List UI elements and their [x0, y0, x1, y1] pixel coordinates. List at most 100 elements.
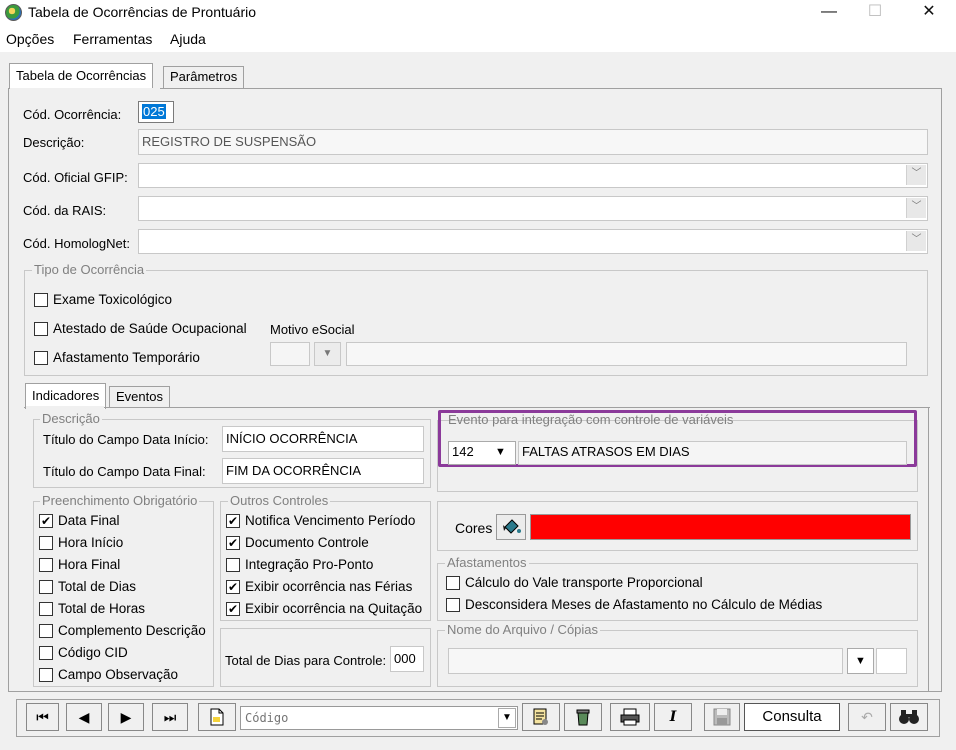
cod-ocorrencia-value: 025	[142, 104, 166, 119]
arquivo-dropdown-icon[interactable]: ▼	[847, 648, 874, 674]
preenchimento-row[interactable]: Total de Horas	[39, 600, 145, 616]
tab-joint	[10, 88, 160, 91]
preenchimento-label: Complemento Descrição	[58, 623, 206, 639]
total-dias-input[interactable]: 000	[390, 646, 424, 672]
preenchimento-row[interactable]: ✔ Data Final	[39, 512, 120, 528]
subtab-right-edge	[928, 407, 929, 691]
preenchimento-row[interactable]: Campo Observação	[39, 666, 178, 682]
new-document-icon[interactable]	[198, 703, 236, 731]
outros-checkbox[interactable]: ✔	[226, 513, 240, 528]
binoculars-icon[interactable]	[890, 703, 928, 731]
afastamento-temporario-checkbox[interactable]	[34, 351, 48, 365]
atestado-checkbox[interactable]	[34, 322, 48, 336]
outros-row[interactable]: ✔ Notifica Vencimento Período	[226, 512, 415, 528]
titulo-final-input[interactable]: FIM DA OCORRÊNCIA	[222, 458, 424, 484]
preenchimento-row[interactable]: Total de Dias	[39, 578, 136, 594]
maximize-button[interactable]: ☐	[852, 0, 898, 24]
menu-ferramentas[interactable]: Ferramentas	[73, 31, 152, 47]
homolognet-dropdown-icon[interactable]: ﹀	[906, 231, 926, 251]
cod-ocorrencia-input[interactable]: 025	[138, 101, 174, 123]
outros-row[interactable]: ✔ Exibir ocorrência nas Férias	[226, 578, 412, 594]
minimize-button[interactable]: —	[806, 0, 852, 24]
tab-parametros[interactable]: Parâmetros	[163, 66, 245, 88]
undo-icon[interactable]: ↶	[848, 703, 886, 731]
evento-code-combo[interactable]: 142 ▼	[448, 441, 516, 465]
menu-opcoes[interactable]: Opções	[6, 31, 54, 47]
total-dias-label: Total de Dias para Controle:	[225, 653, 387, 668]
outros-row[interactable]: ✔ Documento Controle	[226, 534, 369, 550]
motivo-dropdown-icon[interactable]: ▼	[314, 342, 341, 366]
exame-toxicologico-checkbox[interactable]	[34, 293, 48, 307]
preenchimento-checkbox[interactable]	[39, 667, 53, 682]
titulo-inicio-input[interactable]: INÍCIO OCORRÊNCIA	[222, 426, 424, 452]
first-record-icon[interactable]: ⏮	[26, 703, 59, 731]
search-dropdown-icon[interactable]: ▼	[498, 708, 516, 728]
preenchimento-checkbox[interactable]	[39, 645, 53, 660]
preenchimento-label: Hora Início	[58, 535, 124, 551]
gfip-dropdown-icon[interactable]: ﹀	[906, 165, 926, 185]
gfip-label: Cód. Oficial GFIP:	[23, 170, 128, 185]
subtab-joint	[26, 406, 104, 409]
preenchimento-row[interactable]: Hora Início	[39, 534, 123, 550]
arquivo-title: Nome do Arquivo / Cópias	[445, 622, 601, 637]
arquivo-input[interactable]	[448, 648, 843, 674]
last-record-icon[interactable]: ⏭	[152, 703, 188, 731]
rais-label: Cód. da RAIS:	[23, 203, 107, 218]
motivo-esocial-code[interactable]	[270, 342, 310, 366]
paint-bucket-icon[interactable]	[496, 514, 526, 540]
preenchimento-row[interactable]: Hora Final	[39, 556, 120, 572]
cod-ocorrencia-label: Cód. Ocorrência:	[23, 107, 122, 122]
afastamentos-title: Afastamentos	[445, 555, 529, 570]
outros-checkbox[interactable]	[226, 557, 240, 572]
outros-label: Exibir ocorrência na Quitação	[245, 601, 423, 617]
preenchimento-checkbox[interactable]	[39, 623, 53, 638]
preenchimento-title: Preenchimento Obrigatório	[40, 493, 200, 508]
tab-tabela-ocorrencias[interactable]: Tabela de Ocorrências	[9, 63, 154, 91]
search-combo[interactable]: ▼	[240, 706, 518, 730]
save-icon[interactable]	[704, 703, 740, 731]
preenchimento-checkbox[interactable]	[39, 557, 53, 572]
consulta-button[interactable]: Consulta	[744, 703, 840, 731]
descricao-input[interactable]: REGISTRO DE SUSPENSÃO	[138, 129, 928, 155]
outros-label: Exibir ocorrência nas Férias	[245, 579, 413, 595]
outros-row[interactable]: Integração Pro-Ponto	[226, 556, 373, 572]
menu-ajuda[interactable]: Ajuda	[170, 31, 206, 47]
preenchimento-row[interactable]: Código CID	[39, 644, 128, 660]
preenchimento-checkbox[interactable]	[39, 535, 53, 550]
close-button[interactable]: ✕	[906, 0, 952, 24]
preenchimento-checkbox[interactable]	[39, 601, 53, 616]
report-icon[interactable]	[522, 703, 560, 731]
outros-label: Notifica Vencimento Período	[245, 513, 416, 529]
afastamento-temporario-label: Afastamento Temporário	[53, 350, 200, 365]
outros-row[interactable]: ✔ Exibir ocorrência na Quitação	[226, 600, 422, 616]
homolognet-combo[interactable]: ﹀	[138, 229, 928, 254]
tab-eventos[interactable]: Eventos	[109, 386, 170, 408]
vale-transporte-checkbox[interactable]	[446, 576, 460, 590]
window-title: Tabela de Ocorrências de Prontuário	[28, 4, 257, 20]
gfip-combo[interactable]: ﹀	[138, 163, 928, 188]
preenchimento-checkbox[interactable]	[39, 579, 53, 594]
desconsidera-meses-checkbox[interactable]	[446, 598, 460, 612]
outros-checkbox[interactable]: ✔	[226, 535, 240, 550]
outros-checkbox[interactable]: ✔	[226, 579, 240, 594]
prev-record-icon[interactable]: ◀	[66, 703, 102, 731]
desconsidera-meses-label: Desconsidera Meses de Afastamento no Cál…	[465, 597, 823, 612]
preenchimento-label: Total de Horas	[58, 601, 146, 617]
rais-dropdown-icon[interactable]: ﹀	[906, 198, 926, 218]
rais-combo[interactable]: ﹀	[138, 196, 928, 221]
print-icon[interactable]	[610, 703, 650, 731]
copias-input[interactable]	[876, 648, 907, 674]
preenchimento-row[interactable]: Complemento Descrição	[39, 622, 206, 638]
search-input[interactable]	[243, 709, 493, 727]
descricao-label: Descrição:	[23, 135, 85, 150]
exame-toxicologico-label: Exame Toxicológico	[53, 292, 173, 307]
preenchimento-label: Campo Observação	[58, 667, 179, 683]
recycle-icon[interactable]	[564, 703, 602, 731]
outros-checkbox[interactable]: ✔	[226, 601, 240, 616]
next-record-icon[interactable]: ▶	[108, 703, 144, 731]
evento-dropdown-icon[interactable]: ▼	[495, 442, 506, 462]
italic-icon[interactable]: I	[654, 703, 692, 731]
cores-swatch[interactable]	[530, 514, 911, 540]
descricao-group-title: Descrição	[40, 411, 102, 426]
preenchimento-checkbox[interactable]: ✔	[39, 513, 53, 528]
